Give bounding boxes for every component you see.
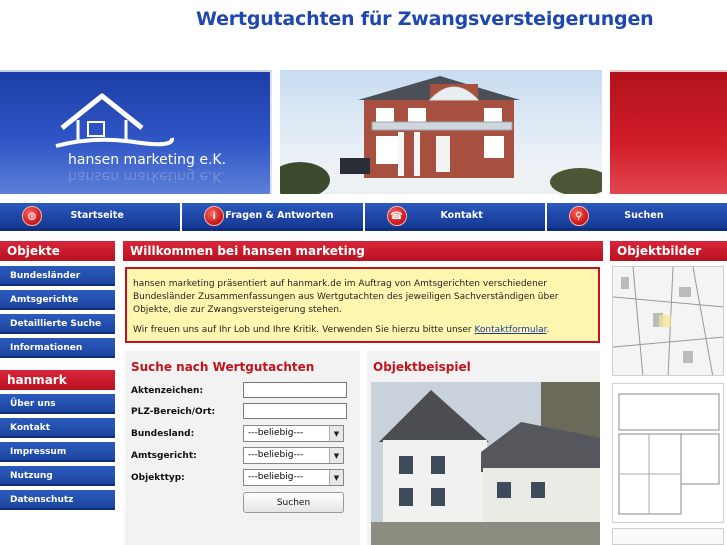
- objekttyp-label: Objekttyp:: [131, 473, 185, 483]
- logo-reflection: hansen marketing e.K.: [68, 168, 227, 184]
- info-icon: i: [204, 206, 225, 226]
- nav-label: Suchen: [624, 210, 664, 221]
- bundesland-select[interactable]: ---beliebig--- ▼: [243, 425, 344, 442]
- objekttyp-select[interactable]: ---beliebig--- ▼: [243, 469, 344, 486]
- contact-form-link[interactable]: Kontaktformular: [474, 325, 546, 335]
- feedback-prefix: Wir freuen uns auf Ihr Lob und Ihre Krit…: [133, 325, 475, 335]
- main-navigation: ◍ Startseite i Fragen & Antworten ☎ Kont…: [0, 203, 727, 231]
- sidebar-item-amtsgerichte[interactable]: Amtsgerichte: [0, 290, 115, 310]
- amtsgericht-select[interactable]: ---beliebig--- ▼: [243, 447, 344, 464]
- example-title: Objektbeispiel: [373, 360, 471, 374]
- plz-input[interactable]: [243, 403, 347, 419]
- bundesland-value: ---beliebig---: [248, 428, 304, 438]
- sidebar-item-ueber-uns[interactable]: Über uns: [0, 394, 115, 414]
- aktenzeichen-label: Aktenzeichen:: [131, 386, 204, 396]
- phone-icon: ☎: [386, 206, 407, 226]
- sidebar-objekte-header: Objekte: [0, 241, 115, 261]
- nav-startseite[interactable]: ◍ Startseite: [0, 203, 181, 231]
- objekttyp-value: ---beliebig---: [248, 472, 304, 482]
- feedback-text: Wir freuen uns auf Ihr Lob und Ihre Krit…: [133, 324, 592, 337]
- sidebar-hanmark-header: hanmark: [0, 370, 115, 390]
- logo-text: hansen marketing e.K.: [68, 152, 227, 168]
- chevron-down-icon: ▼: [329, 470, 343, 485]
- sidebar-item-bundeslaender[interactable]: Bundesländer: [0, 266, 115, 286]
- nav-label: Fragen & Antworten: [225, 210, 334, 221]
- logo-banner[interactable]: hansen marketing e.K. hansen marketing e…: [0, 70, 272, 194]
- house-logo-icon: [55, 93, 174, 148]
- red-banner: [610, 70, 727, 194]
- example-house-photo[interactable]: [371, 382, 600, 545]
- nav-kontakt[interactable]: ☎ Kontakt: [364, 203, 545, 231]
- plz-label: PLZ-Bereich/Ort:: [131, 407, 216, 417]
- nav-label: Startseite: [70, 210, 124, 221]
- feedback-suffix: .: [546, 325, 550, 335]
- example-panel: Objektbeispiel: [367, 351, 600, 545]
- sidebar-item-datenschutz[interactable]: Datenschutz: [0, 490, 115, 510]
- objektbild-map-1[interactable]: [612, 266, 724, 376]
- nav-fragen-antworten[interactable]: i Fragen & Antworten: [182, 203, 363, 231]
- sidebar-item-nutzung[interactable]: Nutzung: [0, 466, 115, 486]
- nav-label: Kontakt: [440, 210, 483, 221]
- amtsgericht-label: Amtsgericht:: [131, 451, 197, 461]
- search-panel: Suche nach Wertgutachten Aktenzeichen: P…: [125, 351, 360, 545]
- welcome-header: Willkommen bei hansen marketing: [123, 241, 603, 261]
- chevron-down-icon: ▼: [329, 448, 343, 463]
- bundesland-label: Bundesland:: [131, 429, 195, 439]
- sidebar-item-impressum[interactable]: Impressum: [0, 442, 115, 462]
- sidebar-item-detaillierte-suche[interactable]: Detaillierte Suche: [0, 314, 115, 334]
- aktenzeichen-input[interactable]: [243, 382, 347, 398]
- amtsgericht-value: ---beliebig---: [248, 450, 304, 460]
- nav-suchen[interactable]: ⚲ Suchen: [546, 203, 727, 231]
- objektbild-3[interactable]: [612, 528, 724, 545]
- objektbilder-header: Objektbilder: [610, 241, 727, 261]
- welcome-box: hansen marketing präsentiert auf hanmark…: [125, 267, 600, 343]
- objektbild-floorplan[interactable]: [612, 383, 724, 523]
- house-photo: [280, 70, 602, 194]
- chevron-down-icon: ▼: [329, 426, 343, 441]
- intro-text: hansen marketing präsentiert auf hanmark…: [133, 279, 559, 315]
- magnifier-icon: ⚲: [568, 206, 589, 226]
- sidebar-item-informationen[interactable]: Informationen: [0, 338, 115, 358]
- search-button[interactable]: Suchen: [243, 492, 344, 513]
- sidebar-item-kontakt[interactable]: Kontakt: [0, 418, 115, 438]
- search-title: Suche nach Wertgutachten: [131, 360, 315, 374]
- site-title: Wertgutachten für Zwangsversteigerungen: [196, 8, 654, 30]
- globe-icon: ◍: [22, 206, 42, 226]
